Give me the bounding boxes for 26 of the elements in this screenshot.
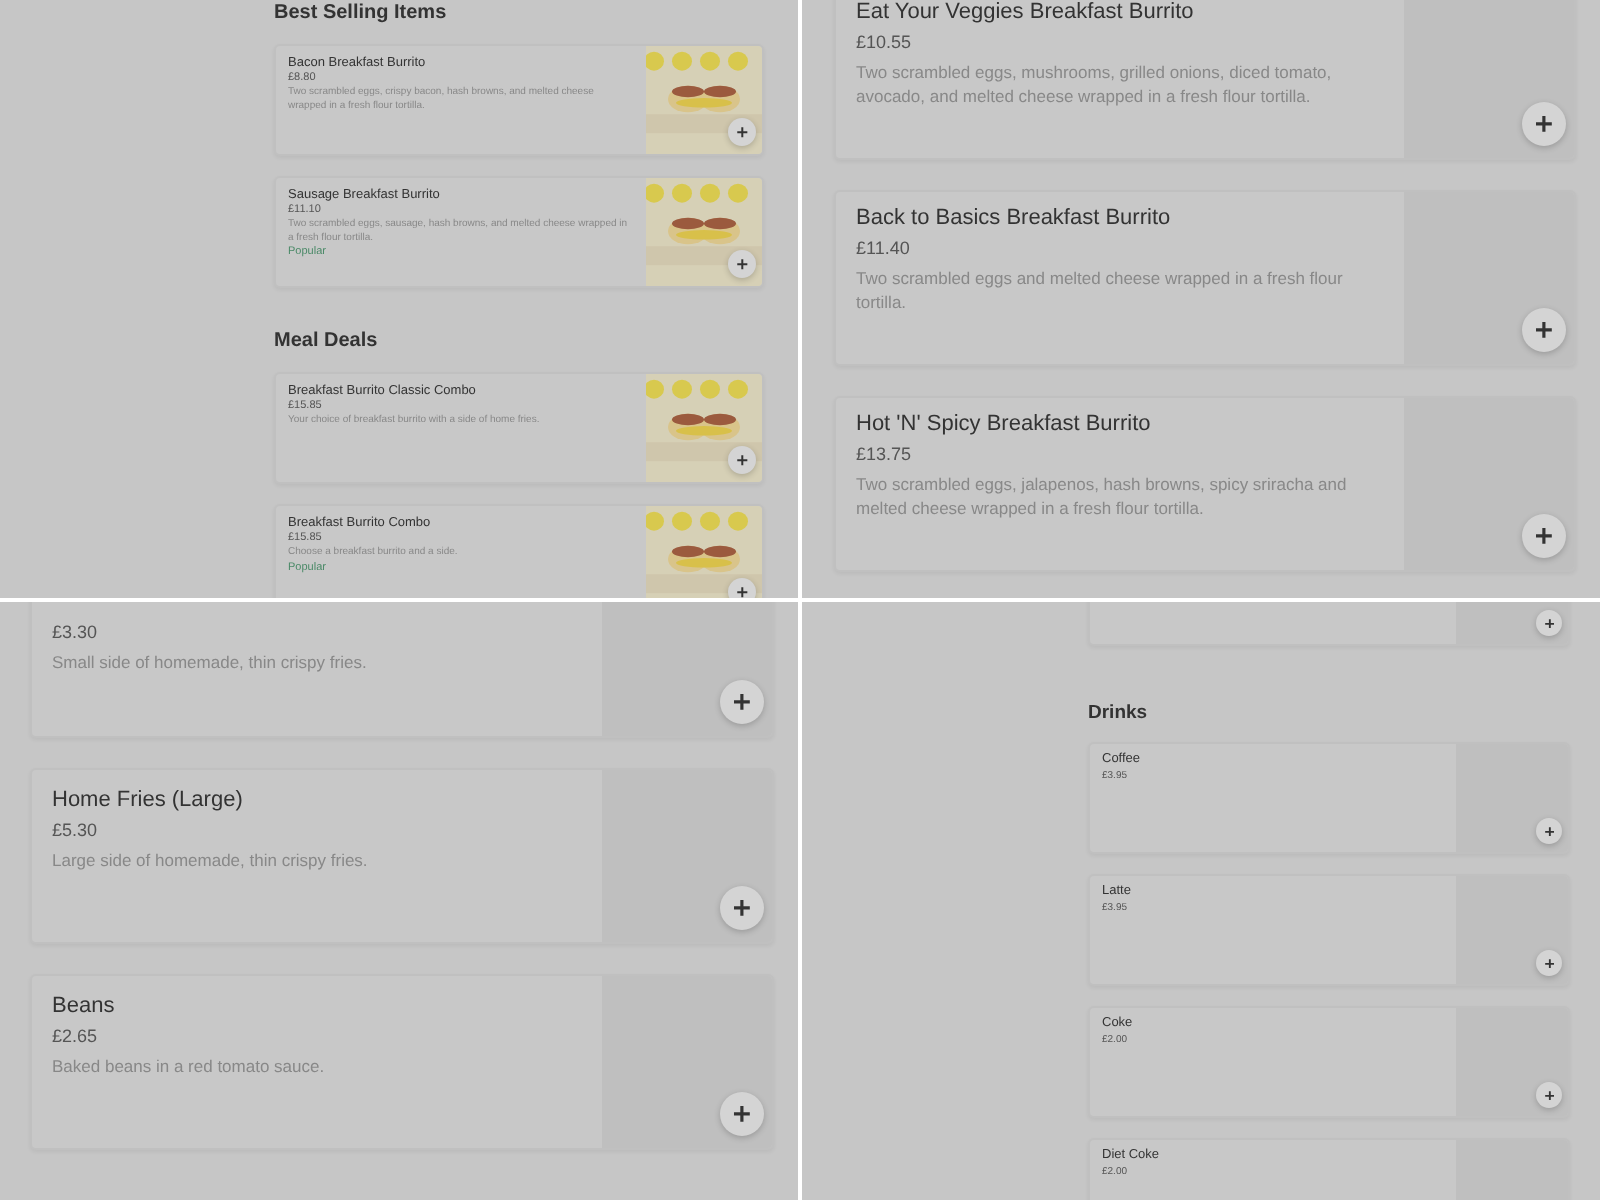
menu-item-card[interactable]: £3.30 Small side of homemade, thin crispy fries. xyxy=(30,602,774,738)
item-description: Baked beans in a red tomato sauce. xyxy=(52,1054,327,1078)
item-description: Two scrambled eggs, jalapenos, hash browns, spicy sriracha and melted cheese wrapped in a fresh flour tortilla. xyxy=(856,472,1349,520)
menu-item-card[interactable]: Home Fries (Large) £5.30 Large side of homemade, thin crispy fries. xyxy=(30,768,774,944)
item-description: Two scrambled eggs and melted cheese wrapped in a fresh flour tortilla. xyxy=(856,266,1345,314)
section-heading: Meal Deals xyxy=(274,330,380,356)
menu-item-card[interactable]: Eat Your Veggies Breakfast Burrito £10.55 Two scrambled eggs, mushrooms, grilled onions, diced tomato, avocado, and melted cheese wrapped in a fresh flour tortilla. xyxy=(834,0,1576,160)
menu-item-card[interactable]: Hot 'N' Spicy Breakfast Burrito £13.75 Two scrambled eggs, jalapenos, hash browns, spicy sriracha and melted cheese wrapped in a fresh flour tortilla. xyxy=(834,396,1576,572)
item-price: £3.30 xyxy=(52,622,100,642)
item-description: Two scrambled eggs, mushrooms, grilled onions, diced tomato, avocado, and melted cheese wrapped in a fresh flour tortilla. xyxy=(856,60,1334,108)
item-description: Large side of homemade, thin crispy fries. xyxy=(52,848,370,872)
section-heading: Best Selling Items xyxy=(274,2,449,28)
item-title: Hot 'N' Spicy Breakfast Burrito xyxy=(856,412,1153,436)
item-description: Small side of homemade, thin crispy fries. xyxy=(52,650,369,674)
item-price: £13.75 xyxy=(856,444,914,464)
item-price: £11.40 xyxy=(856,238,912,258)
item-price: £5.30 xyxy=(52,820,100,840)
item-price: £2.65 xyxy=(52,1026,100,1046)
section-heading: Drinks xyxy=(1088,702,1150,728)
item-price: £10.55 xyxy=(856,32,914,52)
item-title: Back to Basics Breakfast Burrito xyxy=(856,206,1173,230)
item-title: Eat Your Veggies Breakfast Burrito xyxy=(856,0,1196,24)
menu-item-card[interactable]: Back to Basics Breakfast Burrito £11.40 Two scrambled eggs and melted cheese wrapped in a fresh flour tortilla. xyxy=(834,190,1576,366)
item-title: Beans xyxy=(52,994,117,1018)
item-title: Home Fries (Large) xyxy=(52,788,245,812)
menu-item-card[interactable]: Beans £2.65 Baked beans in a red tomato sauce. xyxy=(30,974,774,1150)
